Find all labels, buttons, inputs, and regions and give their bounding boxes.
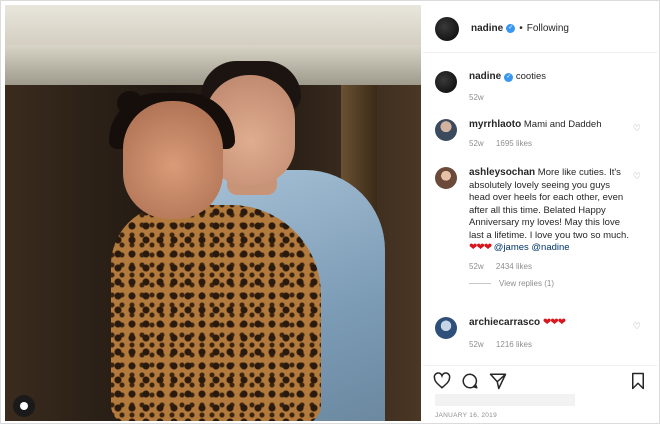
post-side-panel: nadine ✓ • Following nadine ✓ cooties 52w (423, 5, 657, 421)
caption-username[interactable]: nadine (469, 71, 501, 82)
avatar[interactable] (435, 71, 457, 93)
replies-divider (469, 282, 491, 284)
view-replies-button[interactable]: View replies (1) (469, 279, 649, 288)
comment-age: 52w (469, 261, 484, 271)
following-button[interactable]: Following (527, 23, 569, 34)
photo-woman-face (123, 101, 223, 219)
paper-plane-icon[interactable] (489, 372, 507, 390)
view-replies-label: View replies (1) (499, 278, 554, 288)
comment-mentions[interactable]: @james @nadine (494, 242, 570, 253)
comment-age: 52w (469, 339, 484, 349)
comment-like-icon[interactable]: ♡ (633, 321, 641, 332)
caption-body: cooties (515, 71, 546, 82)
avatar[interactable] (435, 119, 457, 141)
comments-list[interactable]: nadine ✓ cooties 52w myrrhlaoto Mami and … (423, 53, 657, 365)
comment-body: More like cuties. It's absolutely lovely… (469, 167, 629, 241)
comment-age: 52w (469, 138, 484, 148)
list-item: myrrhlaoto Mami and Daddeh 52w 1695 like… (435, 119, 649, 148)
header-username[interactable]: nadine (471, 23, 503, 34)
comment-username[interactable]: ashleysochan (469, 167, 535, 178)
comment-text: ashleysochan More like cuties. It's abso… (469, 167, 629, 255)
header-separator: • (519, 23, 523, 34)
comment-username[interactable]: archiecarrasco (469, 317, 540, 328)
caption-text: nadine ✓ cooties (469, 71, 629, 84)
bookmark-icon[interactable] (629, 372, 647, 390)
photo-woman-leopard-top (111, 205, 321, 421)
avatar[interactable] (435, 167, 457, 189)
comment-likes[interactable]: 2434 likes (496, 262, 532, 271)
heart-outline-icon[interactable] (433, 372, 451, 390)
comment-bubble-icon[interactable] (461, 372, 479, 390)
user-tag-icon[interactable] (13, 395, 35, 417)
post-date: JANUARY 16, 2019 (435, 412, 498, 419)
post-photo[interactable] (5, 5, 421, 421)
post-actions-bar: JANUARY 16, 2019 (423, 365, 657, 421)
verified-badge-icon: ✓ (504, 73, 514, 82)
list-item: ashleysochan More like cuties. It's abso… (435, 167, 649, 288)
likes-summary-placeholder (435, 394, 575, 406)
caption-age: 52w (469, 92, 484, 102)
avatar[interactable] (435, 16, 459, 41)
comment-text: myrrhlaoto Mami and Daddeh (469, 119, 629, 132)
heart-emoji: ❤❤❤ (469, 242, 492, 253)
comment-like-icon[interactable]: ♡ (633, 171, 641, 182)
verified-badge-icon: ✓ (506, 24, 516, 33)
comment-likes[interactable]: 1695 likes (496, 139, 532, 148)
list-item: archiecarrasco ❤❤❤ 52w 1216 likes ♡ (435, 317, 649, 349)
comment-username[interactable]: myrrhlaoto (469, 119, 521, 130)
comment-likes[interactable]: 1216 likes (496, 340, 532, 349)
heart-emoji: ❤❤❤ (542, 317, 566, 328)
instagram-post-window: nadine ✓ • Following nadine ✓ cooties 52w (0, 0, 660, 424)
avatar[interactable] (435, 317, 457, 339)
post-header: nadine ✓ • Following (423, 5, 657, 53)
comment-text: archiecarrasco ❤❤❤ (469, 317, 629, 330)
comment-body: Mami and Daddeh (523, 119, 602, 130)
caption-item: nadine ✓ cooties 52w (435, 71, 649, 102)
comment-like-icon[interactable]: ♡ (633, 123, 641, 134)
